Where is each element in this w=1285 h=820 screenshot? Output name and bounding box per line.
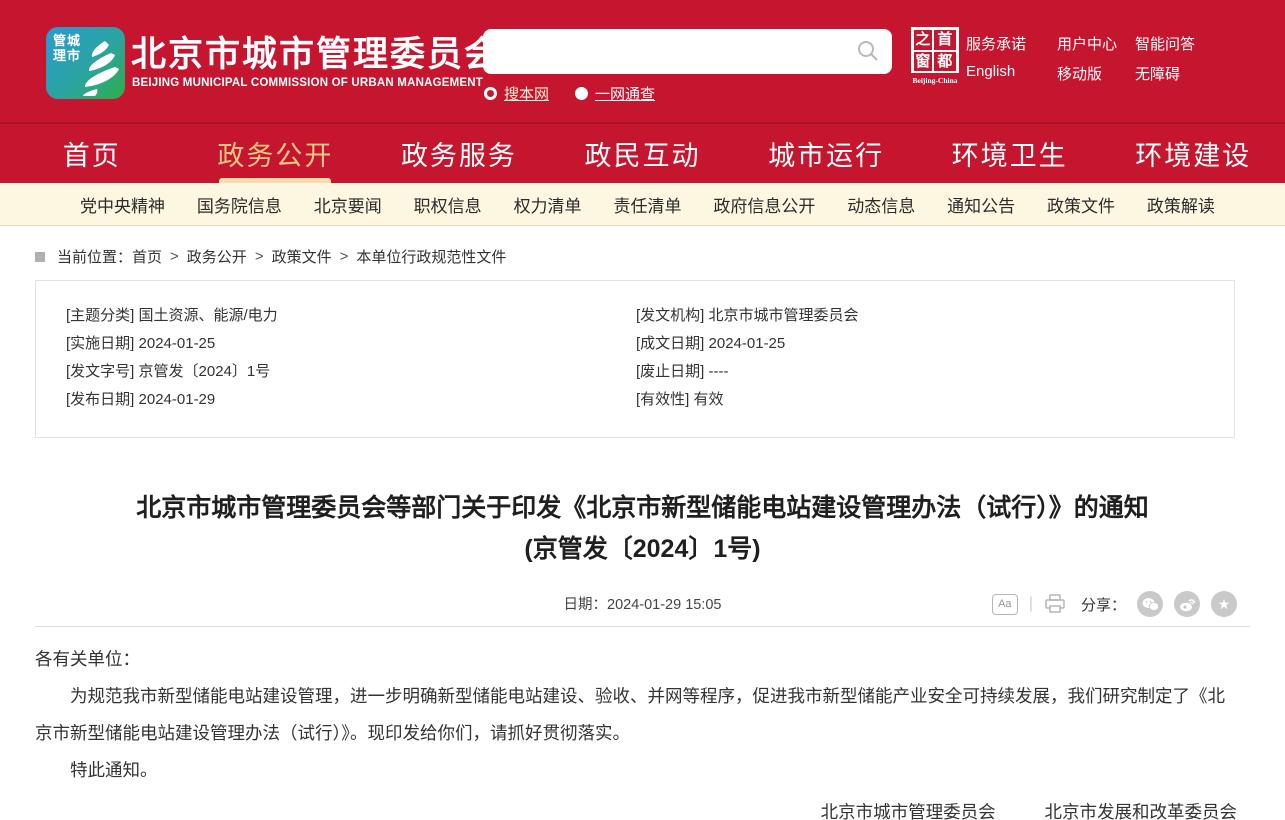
subnav-policy-documents[interactable]: 政策文件 — [1047, 192, 1115, 217]
wechat-share-icon[interactable] — [1137, 591, 1163, 617]
link-service-promise[interactable]: 服务承诺 — [966, 33, 1026, 54]
signature-agency-1: 北京市城市管理委员会 — [821, 802, 996, 820]
nav-government-services[interactable]: 政务服务 — [367, 124, 551, 183]
document-meta-box: [主题分类] 国土资源、能源/电力 [实施日期] 2024-01-25 [发文字… — [35, 280, 1235, 438]
breadcrumb-square-icon — [35, 252, 45, 262]
subnav-notices[interactable]: 通知公告 — [947, 192, 1015, 217]
active-tab-indicator — [219, 178, 331, 183]
site-logo-icon: 管城 理市 — [46, 27, 125, 99]
nav-environmental-construction[interactable]: 环境建设 — [1101, 124, 1285, 183]
content-divider — [35, 626, 1250, 627]
site-header: 管城 理市 北京市城市管理委员会 BEIJING MUNICIPAL COMMI… — [0, 0, 1285, 122]
meta-validity: [有效性] 有效 — [636, 386, 1234, 414]
signature-agency-2: 北京市发展和改革委员会 — [1045, 802, 1238, 820]
share-label: 分享： — [1081, 594, 1126, 615]
meta-abolition-date: [废止日期] ---- — [636, 358, 1234, 386]
weibo-share-icon[interactable] — [1174, 591, 1200, 617]
article-title-line2: (京管发〔2024〕1号) — [0, 529, 1285, 570]
meta-topic-category: [主题分类] 国土资源、能源/电力 — [66, 302, 636, 330]
subnav-government-info-disclosure[interactable]: 政府信息公开 — [713, 192, 815, 217]
radio-icon — [484, 87, 497, 100]
meta-right-column: [发文机构] 北京市城市管理委员会 [成文日期] 2024-01-25 [废止日… — [636, 302, 1234, 414]
tool-divider: | — [1029, 595, 1033, 613]
article-title: 北京市城市管理委员会等部门关于印发《北京市新型储能电站建设管理办法（试行）》的通… — [0, 488, 1285, 570]
breadcrumb-policy-documents[interactable]: 政策文件 — [272, 246, 332, 267]
breadcrumb-current-page[interactable]: 本单位行政规范性文件 — [356, 246, 506, 267]
search-scope-options: 搜本网 一网通查 — [484, 83, 655, 104]
breadcrumb: 当前位置： 首页 > 政务公开 > 政策文件 > 本单位行政规范性文件 — [35, 246, 1285, 267]
capital-window-logo[interactable]: 之 首 窗 都 Beijing-China — [911, 27, 959, 85]
paragraph-1: 为规范我市新型储能电站建设管理，进一步明确新型储能电站建设、验收、并网等程序，促… — [35, 678, 1235, 752]
scope-option-this-site[interactable]: 搜本网 — [484, 83, 549, 104]
meta-publish-date: [发布日期] 2024-01-29 — [66, 386, 636, 414]
link-accessibility[interactable]: 无障碍 — [1135, 63, 1180, 84]
article-tools: Aa | 分享： ★ — [992, 591, 1237, 617]
subnav-state-council-info[interactable]: 国务院信息 — [197, 192, 282, 217]
article-body: 各有关单位： 为规范我市新型储能电站建设管理，进一步明确新型储能电站建设、验收、… — [35, 641, 1235, 789]
meta-written-date: [成文日期] 2024-01-25 — [636, 330, 1234, 358]
radio-icon — [575, 87, 588, 100]
subnav-party-central-spirit[interactable]: 党中央精神 — [80, 192, 165, 217]
scope-option-network-wide[interactable]: 一网通查 — [575, 83, 655, 104]
site-title: 北京市城市管理委员会 — [131, 26, 501, 77]
link-user-center[interactable]: 用户中心 — [1057, 33, 1117, 54]
qzone-star-share-icon[interactable]: ★ — [1211, 591, 1237, 617]
nav-environmental-sanitation[interactable]: 环境卫生 — [918, 124, 1102, 183]
subnav-power-list[interactable]: 权力清单 — [514, 192, 582, 217]
main-navigation: 首页 政务公开 政务服务 政民互动 城市运行 环境卫生 环境建设 — [0, 122, 1285, 183]
search-icon — [856, 39, 880, 63]
signature-row: 北京市城市管理委员会 北京市发展和改革委员会 — [0, 794, 1237, 820]
meta-issuing-agency: [发文机构] 北京市城市管理委员会 — [636, 302, 1234, 330]
nav-city-operation[interactable]: 城市运行 — [734, 124, 918, 183]
link-english[interactable]: English — [966, 63, 1015, 80]
capital-window-caption: Beijing-China — [911, 76, 959, 85]
article-date-row: 日期：2024-01-29 15:05 Aa | 分享： ★ — [0, 591, 1285, 619]
link-mobile-version[interactable]: 移动版 — [1057, 63, 1102, 84]
meta-effective-date: [实施日期] 2024-01-25 — [66, 330, 636, 358]
salutation: 各有关单位： — [35, 641, 1235, 678]
logo-swoosh-icon — [75, 39, 121, 97]
nav-public-interaction[interactable]: 政民互动 — [551, 124, 735, 183]
site-subtitle: BEIJING MUNICIPAL COMMISSION OF URBAN MA… — [132, 77, 483, 89]
breadcrumb-home[interactable]: 首页 — [132, 246, 162, 267]
font-size-icon[interactable]: Aa — [992, 594, 1018, 615]
breadcrumb-gov-disclosure[interactable]: 政务公开 — [187, 246, 247, 267]
meta-document-number: [发文字号] 京管发〔2024〕1号 — [66, 358, 636, 386]
subnav-responsibility-list[interactable]: 责任清单 — [613, 192, 681, 217]
nav-home[interactable]: 首页 — [0, 124, 184, 183]
breadcrumb-prefix: 当前位置： — [57, 246, 132, 267]
nav-government-affairs-disclosure[interactable]: 政务公开 — [184, 124, 368, 183]
print-icon[interactable] — [1044, 594, 1066, 614]
search-input[interactable] — [497, 29, 837, 74]
search-box — [483, 29, 892, 74]
search-button[interactable] — [854, 38, 882, 66]
capital-window-grid-icon: 之 首 窗 都 — [911, 27, 959, 73]
paragraph-2: 特此通知。 — [35, 752, 1235, 789]
subnav-authority-info[interactable]: 职权信息 — [414, 192, 482, 217]
article-title-line1: 北京市城市管理委员会等部门关于印发《北京市新型储能电站建设管理办法（试行）》的通… — [0, 488, 1285, 529]
secondary-navigation: 党中央精神 国务院信息 北京要闻 职权信息 权力清单 责任清单 政府信息公开 动… — [0, 183, 1285, 226]
meta-left-column: [主题分类] 国土资源、能源/电力 [实施日期] 2024-01-25 [发文字… — [66, 302, 636, 414]
subnav-policy-interpretation[interactable]: 政策解读 — [1147, 192, 1215, 217]
link-smart-qa[interactable]: 智能问答 — [1135, 33, 1195, 54]
subnav-beijing-news[interactable]: 北京要闻 — [314, 192, 382, 217]
subnav-dynamic-info[interactable]: 动态信息 — [847, 192, 915, 217]
